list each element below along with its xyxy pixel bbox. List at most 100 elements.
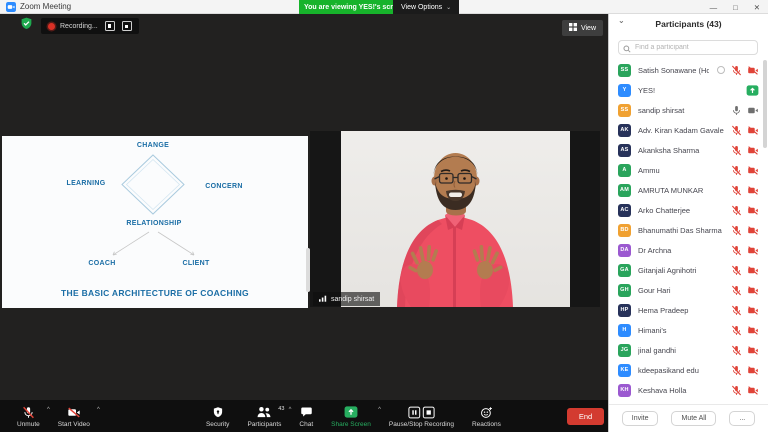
pause-recording-button[interactable] [104, 21, 115, 31]
view-layout-button[interactable]: View [561, 20, 603, 36]
maximize-button[interactable]: □ [733, 3, 738, 12]
participant-row[interactable]: BD Bhanumathi Das Sharma [609, 220, 768, 240]
search-participant-input[interactable] [618, 40, 758, 55]
participant-row[interactable]: HP Hema Pradeep [609, 300, 768, 320]
mic-muted-icon[interactable] [731, 185, 742, 196]
mic-muted-icon[interactable] [731, 225, 742, 236]
mic-muted-icon[interactable] [731, 285, 742, 296]
view-options-button[interactable]: View Options ⌄ [393, 0, 460, 14]
mic-on-icon[interactable] [731, 105, 742, 116]
mic-muted-icon[interactable] [731, 165, 742, 176]
participant-avatar: SS [618, 63, 631, 77]
participant-row[interactable]: JG jinal gandhi [609, 340, 768, 360]
mic-muted-icon[interactable] [731, 365, 742, 376]
participant-row[interactable]: H Himani's [609, 320, 768, 340]
participants-count-badge: 43 [278, 405, 285, 412]
video-off-icon [67, 406, 81, 419]
video-muted-icon[interactable] [747, 345, 759, 356]
speaker-name-label: sandip shirsat [331, 295, 375, 303]
participant-row[interactable]: GA Gitanjali Agnihotri [609, 260, 768, 280]
end-meeting-button[interactable]: End [567, 408, 604, 425]
video-on-icon[interactable] [747, 105, 759, 116]
screen-sharing-icon[interactable] [746, 84, 759, 96]
panel-scrollbar-thumb[interactable] [763, 60, 767, 148]
video-muted-icon[interactable] [747, 365, 759, 376]
participant-row[interactable]: AC Arko Chatterjee [609, 200, 768, 220]
video-muted-icon[interactable] [747, 325, 759, 336]
mic-muted-icon[interactable] [731, 345, 742, 356]
recording-indicator: Recording... [41, 18, 139, 34]
chevron-up-icon[interactable]: ^ [97, 407, 100, 413]
mic-muted-icon[interactable] [731, 305, 742, 316]
video-muted-icon[interactable] [747, 185, 759, 196]
participants-panel: ⌄ Participants (43) SS Satish Sonawane (… [608, 14, 768, 432]
panel-collapse-chevron-icon[interactable]: ⌄ [618, 16, 625, 25]
video-muted-icon[interactable] [747, 205, 759, 216]
participant-avatar: HP [618, 303, 631, 317]
mic-muted-icon[interactable] [731, 65, 742, 76]
participant-row[interactable]: Y YES! [609, 80, 768, 100]
mic-muted-icon[interactable] [731, 385, 742, 396]
close-button[interactable]: ✕ [754, 3, 760, 12]
participant-row[interactable]: KH Keshava Holla [609, 380, 768, 400]
video-muted-icon[interactable] [747, 225, 759, 236]
participant-status-icons [731, 185, 759, 196]
participant-row[interactable]: SS sandip shirsat [609, 100, 768, 120]
mic-muted-icon[interactable] [731, 325, 742, 336]
stop-recording-button[interactable] [121, 21, 132, 31]
participant-row[interactable]: SS Satish Sonawane (Host, me) [609, 60, 768, 80]
reactions-button[interactable]: Reactions [463, 404, 510, 429]
video-muted-icon[interactable] [747, 285, 759, 296]
video-muted-icon[interactable] [747, 305, 759, 316]
video-muted-icon[interactable] [747, 145, 759, 156]
participant-name: Keshava Holla [638, 385, 687, 395]
participant-search [618, 36, 758, 55]
toolbar-item-label: Reactions [471, 420, 501, 428]
reactions-icon [480, 406, 493, 419]
participant-name: YES! [638, 85, 656, 95]
participant-status-icons [731, 205, 759, 216]
minimize-button[interactable]: — [710, 3, 718, 12]
pause-stop-recording-button[interactable]: Pause/Stop Recording [380, 404, 463, 429]
start-video-button[interactable]: ^ Start Video [49, 404, 100, 429]
feedback-ring-icon[interactable] [716, 65, 726, 75]
mic-muted-icon[interactable] [731, 145, 742, 156]
mic-muted-icon[interactable] [731, 245, 742, 256]
participant-row[interactable]: GH Gour Hari [609, 280, 768, 300]
slide-title: THE BASIC ARCHITECTURE OF COACHING [61, 288, 249, 298]
video-muted-icon[interactable] [747, 385, 759, 396]
video-muted-icon[interactable] [747, 165, 759, 176]
participant-avatar: GH [618, 283, 631, 297]
shield-icon [212, 406, 224, 419]
participant-avatar: AC [618, 203, 631, 217]
participant-row[interactable]: KE kdeepasikand edu [609, 360, 768, 380]
participant-status-icons [731, 265, 759, 276]
participant-name: Arko Chatterjee [638, 205, 691, 215]
security-button[interactable]: Security [197, 404, 238, 429]
video-muted-icon[interactable] [747, 265, 759, 276]
unmute-button[interactable]: ^ Unmute [8, 404, 50, 429]
security-shield-check-icon[interactable] [20, 17, 33, 35]
participant-name: Satish Sonawane (Host, me) [638, 65, 709, 75]
more-options-button[interactable]: ... [729, 411, 756, 426]
mic-muted-icon[interactable] [731, 205, 742, 216]
mic-muted-icon[interactable] [731, 265, 742, 276]
video-muted-icon[interactable] [747, 65, 759, 76]
video-muted-icon[interactable] [747, 245, 759, 256]
participant-row[interactable]: DA Dr Archna [609, 240, 768, 260]
participants-button[interactable]: 43 ^ Participants [238, 404, 291, 429]
participant-name: Ammu [638, 165, 660, 175]
participant-row[interactable]: AS Akanksha Sharma [609, 140, 768, 160]
mute-all-button[interactable]: Mute All [671, 411, 717, 426]
participant-status-icons [716, 65, 759, 76]
participant-row[interactable]: AM AMRUTA MUNKAR [609, 180, 768, 200]
invite-button[interactable]: Invite [621, 411, 659, 426]
chat-button[interactable]: Chat [290, 404, 322, 429]
share-screen-button[interactable]: ^ Share Screen [322, 404, 381, 429]
participant-name: Gour Hari [638, 285, 671, 295]
toolbar-item-label: Participants [247, 420, 282, 428]
mic-muted-icon[interactable] [731, 125, 742, 136]
participant-row[interactable]: AK Adv. Kiran Kadam Gavale [609, 120, 768, 140]
participant-row[interactable]: A Ammu [609, 160, 768, 180]
video-muted-icon[interactable] [747, 125, 759, 136]
